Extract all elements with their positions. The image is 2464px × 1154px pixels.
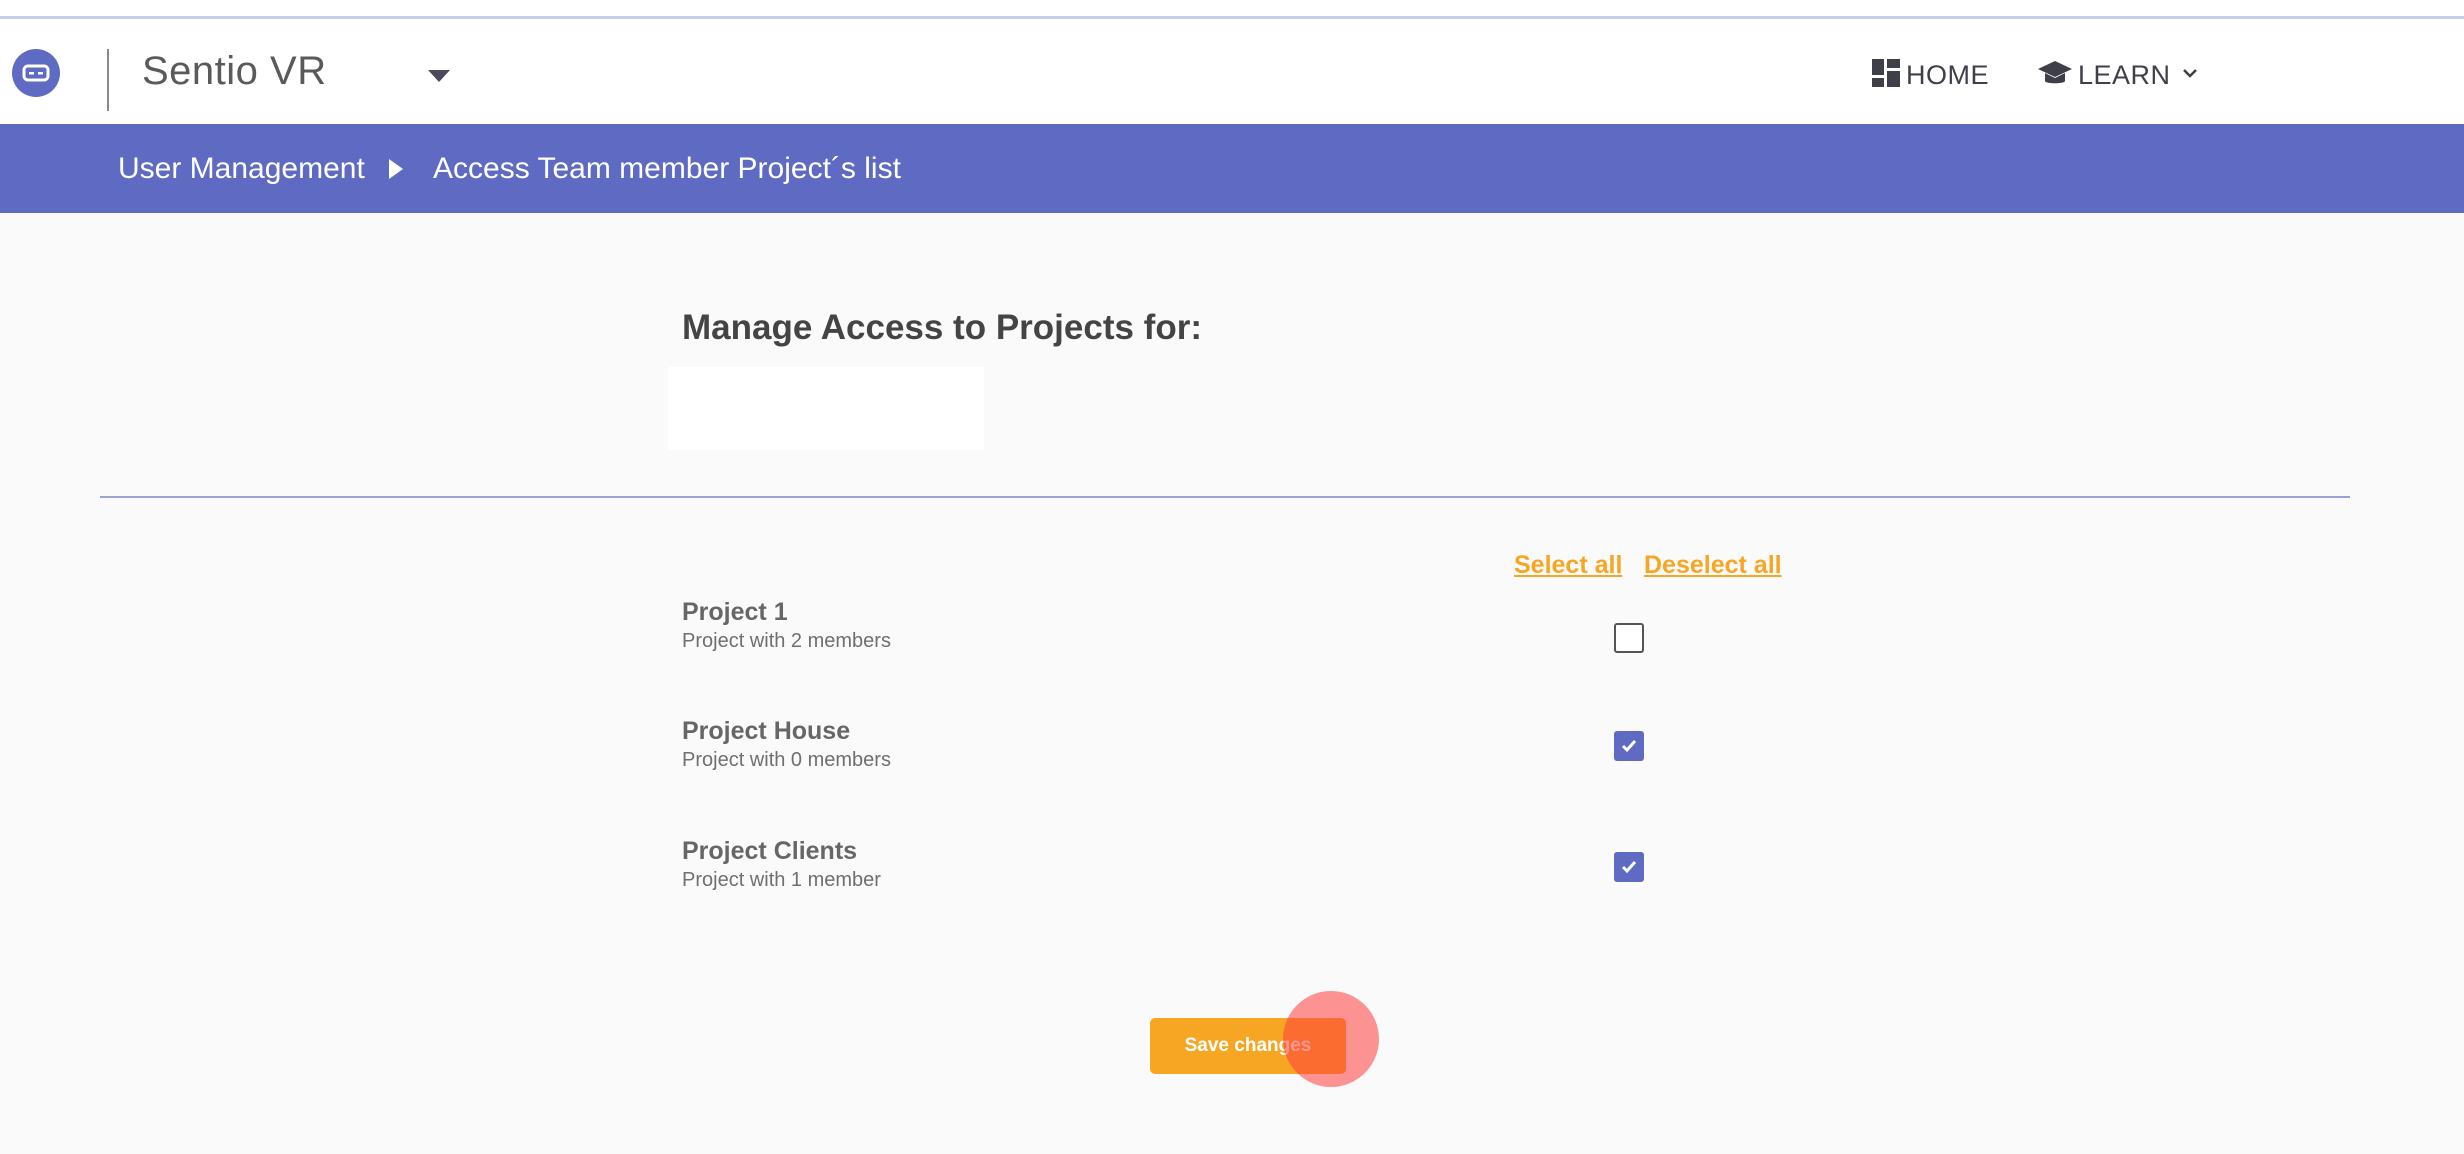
nav-learn-label: LEARN <box>2078 59 2171 90</box>
caret-down-icon[interactable] <box>426 67 452 85</box>
project-name: Project Clients <box>682 837 858 865</box>
nav-learn[interactable]: LEARN <box>2036 57 2199 93</box>
breadcrumb: User Management Access Team member Proje… <box>0 124 2464 213</box>
deselect-all-link[interactable]: Deselect all <box>1644 551 1782 580</box>
app-header: Sentio VR HOME LEARN <box>0 19 2464 124</box>
breadcrumb-user-management[interactable]: User Management <box>118 152 365 186</box>
select-all-link[interactable]: Select all <box>1514 551 1622 580</box>
project-description: Project with 1 member <box>682 869 881 891</box>
project-description: Project with 2 members <box>682 630 891 652</box>
project-1-checkbox[interactable] <box>1614 623 1644 653</box>
app-title: Sentio VR <box>142 49 327 93</box>
nav-home-label: HOME <box>1906 59 1989 90</box>
chevron-down-icon <box>2181 66 2199 85</box>
check-icon <box>1621 740 1637 753</box>
header-divider <box>107 49 109 111</box>
project-name: Project House <box>682 717 851 745</box>
project-name: Project 1 <box>682 598 788 626</box>
project-clients-checkbox[interactable] <box>1614 852 1644 882</box>
project-item: Project House Project with 0 members <box>682 716 891 774</box>
breadcrumb-current-page: Access Team member Project´s list <box>433 152 901 185</box>
project-house-checkbox[interactable] <box>1614 731 1644 761</box>
play-arrow-icon <box>386 157 406 181</box>
dashboard-icon <box>1870 57 1902 94</box>
check-icon <box>1621 861 1637 874</box>
project-item: Project 1 Project with 2 members <box>682 597 891 655</box>
save-changes-button[interactable]: Save changes <box>1150 1018 1346 1074</box>
project-item: Project Clients Project with 1 member <box>682 836 881 894</box>
graduation-cap-icon <box>2036 57 2074 94</box>
project-description: Project with 0 members <box>682 749 891 771</box>
member-name-box <box>668 367 984 450</box>
section-divider <box>100 496 2350 498</box>
top-strip <box>0 0 2464 20</box>
vr-headset-icon[interactable] <box>12 49 60 97</box>
nav-home[interactable]: HOME <box>1870 57 1989 93</box>
page-title: Manage Access to Projects for: <box>682 308 1202 347</box>
